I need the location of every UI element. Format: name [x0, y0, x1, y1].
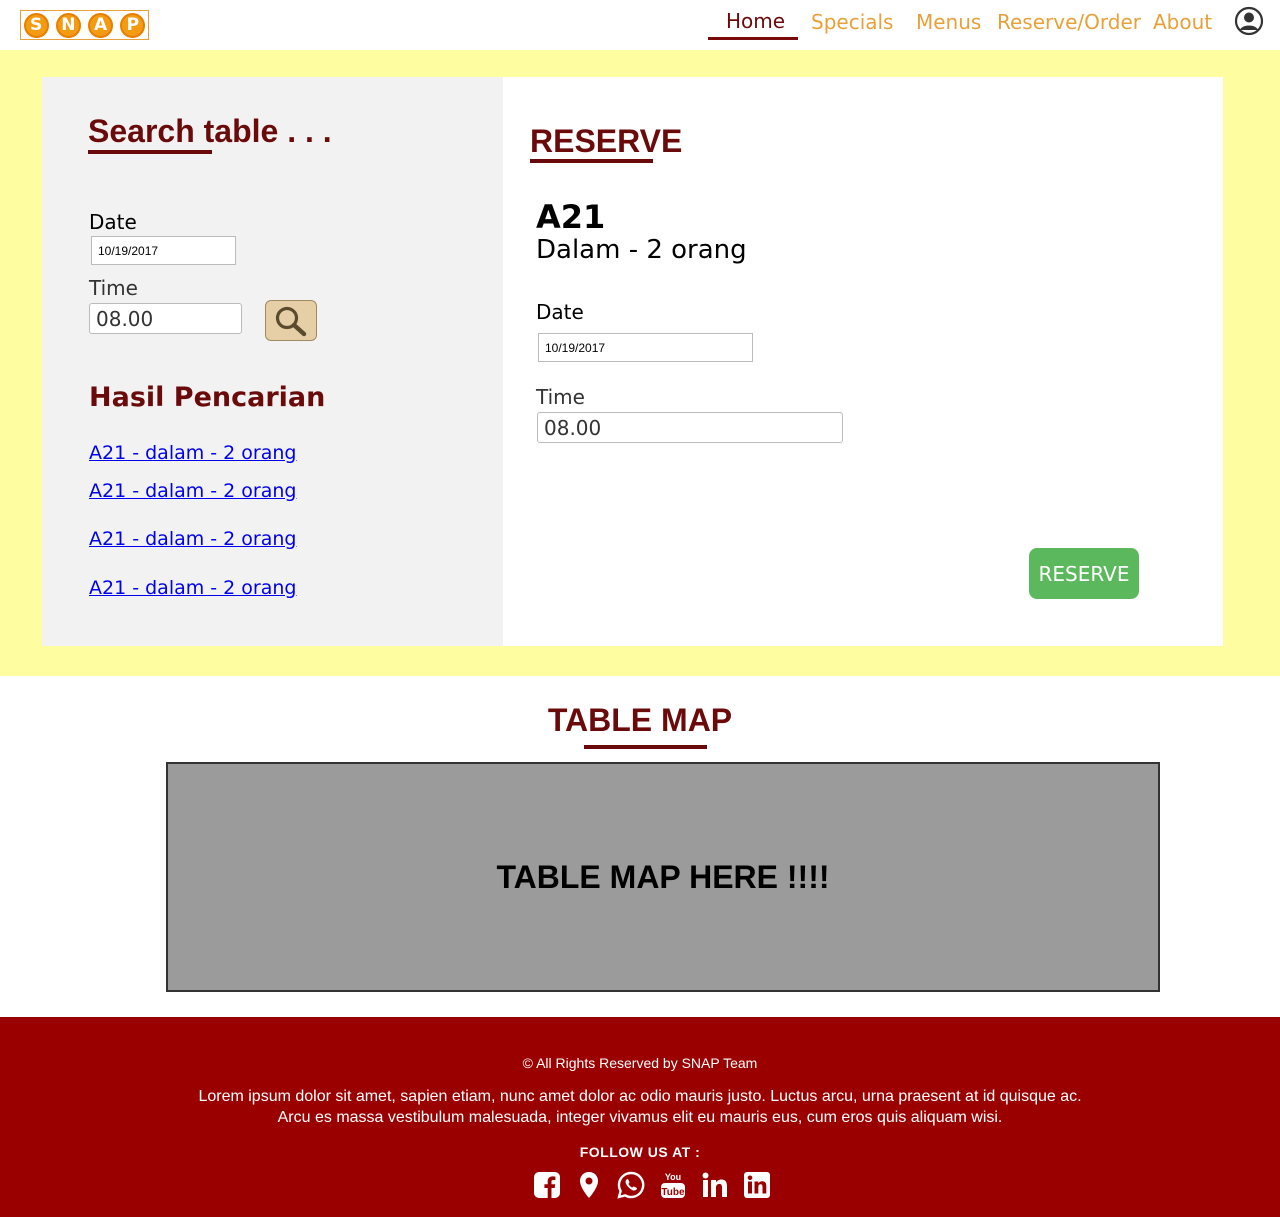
result-link[interactable]: A21 - dalam - 2 orang: [89, 442, 297, 464]
footer-description-line: Arcu es massa vestibulum malesuada, inte…: [277, 1109, 1003, 1126]
table-map-title: TABLE MAP: [547, 702, 733, 738]
table-map-area[interactable]: TABLE MAP HERE !!!!: [166, 762, 1160, 992]
result-link[interactable]: A21 - dalam - 2 orang: [89, 577, 297, 599]
reserve-time-label: Time: [536, 385, 585, 409]
result-link[interactable]: A21 - dalam - 2 orang: [89, 480, 297, 502]
table-code: A21: [536, 198, 606, 236]
reserve-time-field[interactable]: [537, 412, 843, 443]
facebook-icon: [534, 1172, 560, 1198]
footer-description-line: Lorem ipsum dolor sit amet, sapien etiam…: [198, 1088, 1082, 1105]
user-circle-icon[interactable]: [1234, 6, 1264, 36]
follow-us-label: FOLLOW US AT :: [579, 1144, 701, 1160]
footer: © All Rights Reserved by SNAP Team Lorem…: [0, 1017, 1280, 1217]
reserve-button[interactable]: RESERVE: [1029, 548, 1139, 599]
search-date-label: Date: [89, 210, 137, 234]
search-time-field[interactable]: [89, 303, 242, 334]
logo-letter-p: P: [120, 12, 146, 38]
nav-active-underline: [708, 37, 798, 40]
reserve-title: RESERVE: [530, 123, 683, 159]
location-link[interactable]: [568, 1170, 610, 1200]
nav-home[interactable]: Home: [726, 9, 785, 33]
youtube-link[interactable]: You Tube: [652, 1170, 694, 1200]
search-time-label: Time: [89, 276, 138, 300]
reserve-date-label: Date: [536, 300, 584, 324]
whatsapp-link[interactable]: [610, 1170, 652, 1200]
map-pin-icon: [580, 1172, 598, 1198]
snap-logo[interactable]: S N A P: [20, 10, 149, 40]
reserve-date-field[interactable]: [538, 333, 753, 362]
logo-letter-s: S: [23, 12, 49, 38]
copyright-text: © All Rights Reserved by SNAP Team: [522, 1055, 758, 1071]
magnifier-icon: [275, 306, 307, 336]
nav-reserve-order[interactable]: Reserve/Order: [997, 10, 1141, 34]
linkedin-square-link[interactable]: [736, 1170, 778, 1200]
nav-specials[interactable]: Specials: [811, 10, 893, 34]
svg-text:Tube: Tube: [661, 1187, 685, 1198]
reserve-title-underline: [530, 159, 653, 163]
youtube-icon: You Tube: [661, 1172, 685, 1198]
search-date-field[interactable]: [91, 236, 236, 265]
search-button[interactable]: [265, 300, 317, 341]
whatsapp-icon: [617, 1171, 645, 1199]
linkedin-square-icon: [744, 1172, 770, 1198]
social-links: You Tube: [526, 1170, 778, 1200]
nav-about[interactable]: About: [1153, 10, 1212, 34]
nav-menus[interactable]: Menus: [916, 10, 981, 34]
table-map-placeholder: TABLE MAP HERE !!!!: [496, 858, 830, 895]
logo-letter-n: N: [55, 12, 81, 38]
linkedin-icon: [702, 1172, 727, 1197]
results-title: Hasil Pencarian: [89, 382, 326, 413]
table-map-title-underline: [584, 745, 707, 749]
top-header: S N A P Home Specials Menus Reserve/Orde…: [0, 0, 1280, 50]
search-title: Search table . . .: [88, 113, 332, 149]
search-panel: [42, 77, 503, 646]
svg-text:You: You: [665, 1172, 681, 1182]
table-description: Dalam - 2 orang: [536, 235, 747, 265]
logo-letter-a: A: [88, 12, 114, 38]
facebook-link[interactable]: [526, 1170, 568, 1200]
footer-description: Lorem ipsum dolor sit amet, sapien etiam…: [0, 1086, 1280, 1128]
linkedin-link[interactable]: [694, 1170, 736, 1200]
result-link[interactable]: A21 - dalam - 2 orang: [89, 528, 297, 550]
search-title-underline: [88, 150, 212, 154]
